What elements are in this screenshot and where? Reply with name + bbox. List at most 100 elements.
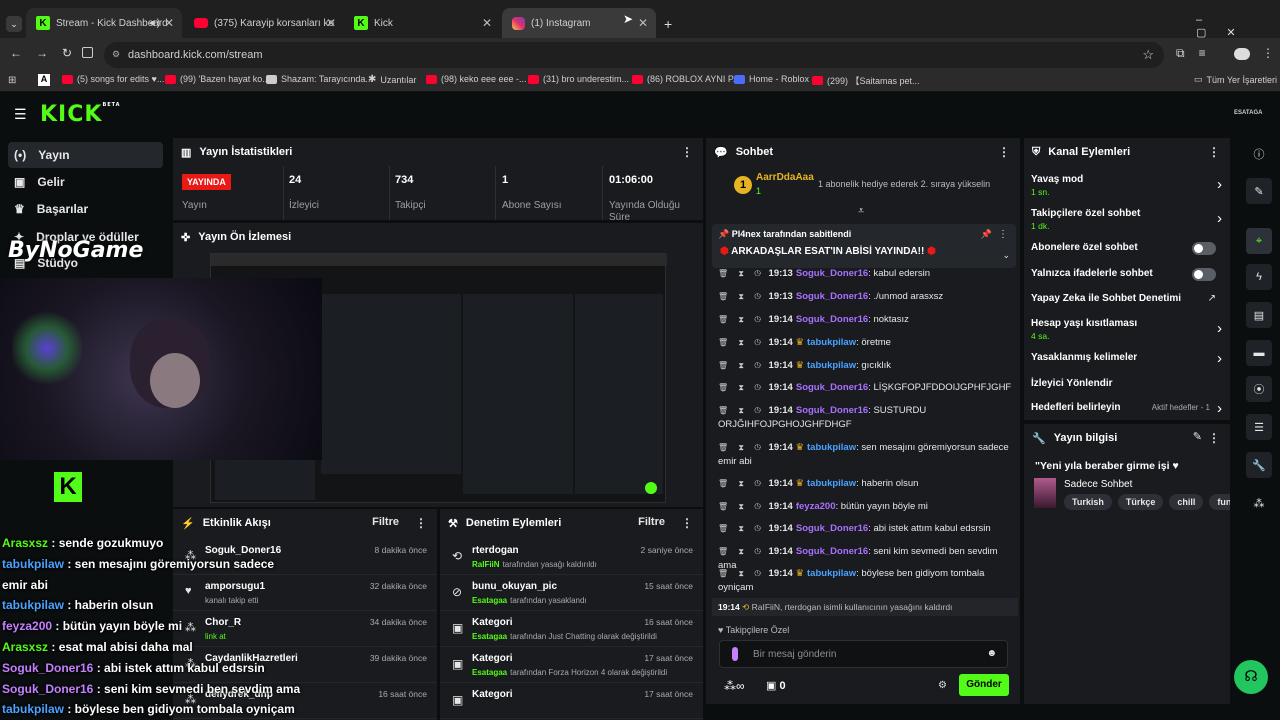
tab-kick[interactable]: K Kick ✕	[344, 8, 500, 38]
filter-button[interactable]: Filtre	[638, 516, 665, 528]
category-name[interactable]: Sadece Sohbet	[1064, 479, 1132, 490]
mod-action-icons[interactable]: 🗑 ⧗ ◷	[718, 315, 765, 324]
bookmark-1[interactable]: (5) songs for edits ♥...	[62, 74, 164, 84]
more-options-icon[interactable]: ⋮	[681, 516, 693, 530]
chevron-right-icon[interactable]: ›	[1217, 320, 1222, 337]
bookmark-4[interactable]: ✱ Uzantılar	[368, 74, 416, 85]
toggle-switch[interactable]	[1192, 242, 1216, 255]
kick-logo[interactable]: KICKBETA	[40, 102, 121, 127]
focus-icon[interactable]: ⌖	[1246, 228, 1272, 254]
crowd-icon[interactable]: ⁂∞	[724, 679, 745, 693]
chat-settings-icon[interactable]: ⚙	[938, 680, 947, 691]
mod-action-icons[interactable]: 🗑 ⧗ ◷	[718, 361, 765, 370]
profile-avatar[interactable]	[1234, 48, 1250, 60]
moderation-target[interactable]: Kategori	[472, 653, 513, 664]
a-favicon-icon[interactable]: A	[38, 74, 50, 86]
chat-message[interactable]: 🗑 ⧗ ◷ 19:14 feyza200: bütün yayın böyle mi	[718, 500, 1018, 514]
sidepanel-icon[interactable]	[82, 47, 93, 58]
channel-action-row[interactable]: Abonelere özel sohbet	[1024, 242, 1230, 268]
moderation-target[interactable]: rterdogan	[472, 545, 519, 556]
extension-icons[interactable]: ⧉≡	[1176, 46, 1220, 61]
hamburger-menu-icon[interactable]: ☰	[14, 106, 27, 123]
tab-close-icon[interactable]: ✕	[638, 16, 648, 30]
mod-action-icons[interactable]: 🗑 ⧗ ◷	[718, 569, 765, 578]
unpin-icon[interactable]: 📌	[981, 229, 992, 240]
lightning-icon[interactable]: ϟ	[1246, 264, 1272, 290]
chat-message[interactable]: 🗑 ⧗ ◷ 19:14 ♛ tabukpilaw: sen mesajını gör…	[718, 441, 1018, 469]
mod-action-icons[interactable]: 🗑 ⧗ ◷	[718, 269, 765, 278]
activity-row[interactable]: ♥ amporsugu1 kanalı takip etti 32 dakika ön…	[173, 577, 437, 611]
bookmark-8[interactable]: Home - Roblox	[734, 74, 809, 84]
bookmark-9[interactable]: (299) 【Saitamas pet...	[812, 74, 920, 87]
apps-icon[interactable]: ⊞	[8, 75, 16, 86]
info-icon[interactable]: ⓘ	[1246, 141, 1272, 167]
window-controls[interactable]: –▢✕	[1196, 14, 1280, 39]
edit-icon[interactable]: ✎	[1246, 178, 1272, 204]
emoji-icon[interactable]: ☻	[986, 648, 997, 659]
send-button[interactable]: Gönder	[959, 674, 1009, 696]
bookmark-3[interactable]: Shazam: Tarayıcında...	[266, 74, 373, 84]
sidebar-item-gelir[interactable]: ▣ Gelir	[8, 169, 163, 195]
channel-action-row[interactable]: Yapay Zeka ile Sohbet Denetimi ↗	[1024, 293, 1230, 319]
chat-message[interactable]: 🗑 ⧗ ◷ 19:14 Soguk_Doner16: noktasız	[718, 313, 1018, 327]
channel-action-row[interactable]: Hedefleri belirleyin Aktif hedefler - 1 ›	[1024, 400, 1230, 420]
all-bookmarks[interactable]: ▭ Tüm Yer İşaretleri	[1194, 74, 1277, 85]
mod-action-icons[interactable]: 🗑 ⧗ ◷	[718, 443, 765, 452]
chevron-right-icon[interactable]: ›	[1217, 210, 1222, 227]
new-tab-icon[interactable]: +	[664, 16, 672, 32]
mod-action-icons[interactable]: 🗑 ⧗ ◷	[718, 383, 765, 392]
tag[interactable]: Türkçe	[1117, 494, 1164, 510]
chevron-right-icon[interactable]: ›	[1217, 350, 1222, 367]
chat-message[interactable]: 🗑 ⧗ ◷ 19:14 Soguk_Doner16: SUSTURDU ORJĞIH…	[718, 404, 1018, 432]
filter-button[interactable]: Filtre	[372, 516, 399, 528]
more-options-icon[interactable]: ⋮	[1208, 431, 1220, 445]
moderation-row[interactable]: ⟲ rterdogan RaIFiiN tarafından yasağı kaldı…	[440, 541, 703, 575]
top-gifter-name[interactable]: AarrDdaAaa	[756, 172, 814, 183]
tab-close-icon[interactable]: ✕	[164, 16, 174, 30]
sidebar-item-yayin[interactable]: (•) Yayın	[8, 142, 163, 168]
toggle-switch[interactable]	[1192, 268, 1216, 281]
moderation-target[interactable]: Kategori	[472, 617, 513, 628]
mod-action-icons[interactable]: 🗑 ⧗ ◷	[718, 479, 765, 488]
chevron-right-icon[interactable]: ›	[1217, 176, 1222, 193]
user-name[interactable]: ESATAGA	[1234, 110, 1262, 116]
more-options-icon[interactable]: ⋮	[1208, 145, 1220, 159]
edit-pencil-icon[interactable]: ✎	[1193, 430, 1202, 443]
storage-icon[interactable]: ☰	[1246, 414, 1272, 440]
mod-action-icons[interactable]: 🗑 ⧗ ◷	[718, 524, 765, 533]
pinned-message[interactable]: 📌 Pl4nex tarafından sabitlendi ⬢ ARKADAŞ…	[712, 224, 1016, 268]
activity-user[interactable]: amporsugu1	[205, 581, 265, 592]
sidebar-item-basarilar[interactable]: ♛ Başarılar	[8, 196, 163, 222]
tab-close-icon[interactable]: ✕	[482, 16, 492, 30]
activity-row[interactable]: ⁂ Chor_R link at 34 dakika önce	[173, 613, 437, 647]
channel-action-row[interactable]: Hesap yaşı kısıtlaması 4 sa. ›	[1024, 318, 1230, 344]
clipboard-icon[interactable]: ▤	[1246, 302, 1272, 328]
expand-icon[interactable]: ⌄	[1002, 250, 1010, 261]
moderation-row[interactable]: ▣ Kategori 17 saat önce	[440, 685, 703, 719]
nav-buttons[interactable]: ←→↻	[10, 46, 86, 60]
channel-action-row[interactable]: Yalnızca ifadelerle sohbet	[1024, 268, 1230, 294]
channel-action-row[interactable]: Takipçilere özel sohbet 1 dk. ›	[1024, 208, 1230, 234]
activity-user[interactable]: Chor_R	[205, 617, 241, 628]
collapse-arrow-icon[interactable]: ⩡	[858, 205, 864, 218]
chat-message[interactable]: 🗑 ⧗ ◷ 19:14 Soguk_Doner16: abi istek attım…	[718, 522, 1018, 536]
bookmark-2[interactable]: (99) 'Bazen hayat ko...	[165, 74, 270, 84]
chat-message[interactable]: 🗑 ⧗ ◷ 19:13 Soguk_Doner16: kabul edersin	[718, 267, 1018, 281]
pinned-more-icon[interactable]: ⋮	[998, 229, 1008, 240]
activity-user[interactable]: Soguk_Doner16	[205, 545, 281, 556]
moderation-row[interactable]: ▣ Kategori Esatagaa tarafından Just Chattin…	[440, 613, 703, 647]
bookmark-6[interactable]: (31) bro underestim...	[528, 74, 629, 84]
channel-action-row[interactable]: İzleyici Yönlendir	[1024, 378, 1230, 404]
mod-action-icons[interactable]: 🗑 ⧗ ◷	[718, 338, 765, 347]
more-options-icon[interactable]: ⋮	[998, 145, 1010, 159]
more-options-icon[interactable]: ⋮	[681, 145, 693, 159]
tag[interactable]: funny	[1209, 494, 1230, 510]
support-chat-button[interactable]: ☊	[1234, 660, 1268, 694]
tag[interactable]: chill	[1169, 494, 1204, 510]
mod-action-icons[interactable]: 🗑 ⧗ ◷	[718, 502, 765, 511]
broadcast-icon[interactable]: ⦿	[1246, 376, 1272, 402]
chat-message[interactable]: 🗑 ⧗ ◷ 19:13 Soguk_Doner16: ./unmod arasxsz	[718, 290, 1018, 304]
moderation-row[interactable]: ▣ Kategori Esatagaa tarafından Forza Horizo…	[440, 649, 703, 683]
mod-action-icons[interactable]: 🗑 ⧗ ◷	[718, 547, 765, 556]
tools-icon[interactable]: 🔧	[1246, 452, 1272, 478]
